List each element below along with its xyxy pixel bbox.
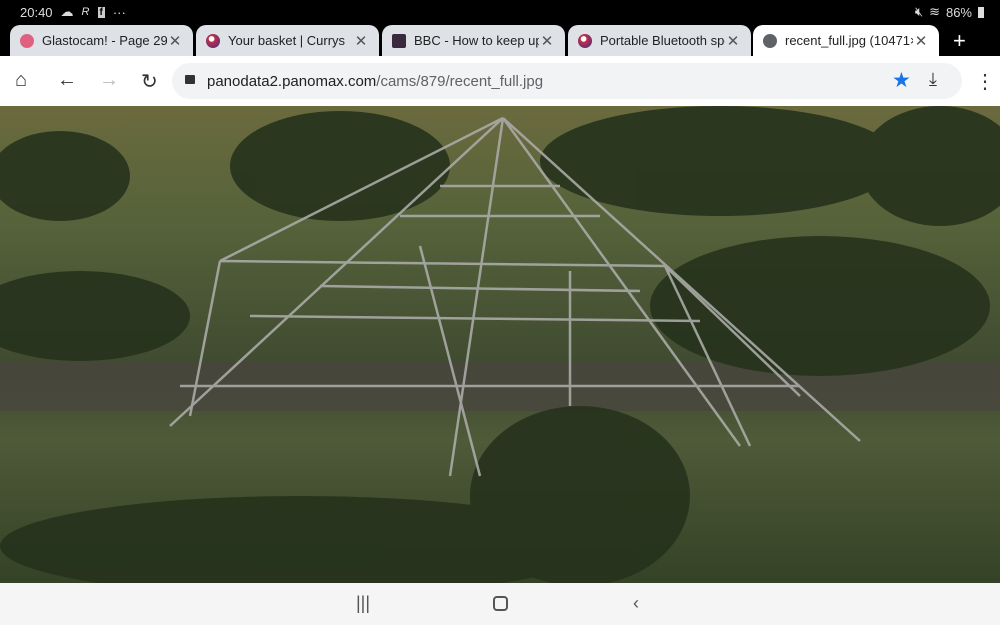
pyramid-stage-photo (0, 106, 1000, 583)
tab-title: Glastocam! - Page 297 (42, 33, 167, 48)
globe-icon (763, 33, 777, 48)
webcam-image (0, 106, 1000, 583)
bookmark-star-icon[interactable]: ★ (892, 68, 911, 93)
favicon-icon (578, 33, 592, 48)
tab-title: BBC - How to keep up with (414, 33, 539, 48)
forward-icon[interactable]: → (99, 69, 119, 92)
toolbar: ⌂ ← → ↻ panodata2.panomax.com/cams/879/r… (0, 56, 1000, 106)
home-nav-icon[interactable] (493, 596, 508, 611)
download-icon[interactable]: ⤓ (929, 69, 937, 90)
favicon-icon (392, 33, 406, 48)
address-bar[interactable]: panodata2.panomax.com/cams/879/recent_fu… (172, 63, 962, 99)
battery-level: 86% (945, 4, 972, 20)
favicon-icon (20, 33, 34, 48)
cloud-icon: ☁ (60, 4, 74, 19)
lock-icon (185, 75, 195, 84)
facebook-icon: f (97, 6, 105, 18)
more-dots-icon: ··· (112, 4, 126, 20)
tab-recent-full[interactable]: recent_full.jpg (10471×2 ✕ (753, 25, 939, 56)
tab-title: Your basket | Currys (228, 33, 346, 48)
url-text[interactable]: panodata2.panomax.com/cams/879/recent_fu… (207, 73, 543, 90)
tab-strip: Glastocam! - Page 297 ✕ Your basket | Cur… (0, 24, 1000, 56)
reload-icon[interactable]: ↻ (141, 69, 158, 94)
android-nav-bar: ||| ‹ (0, 583, 1000, 625)
tab-bluetooth-speakers[interactable]: Portable Bluetooth speakers✕ (568, 25, 751, 56)
battery-icon (978, 6, 984, 18)
back-icon[interactable]: ← (57, 69, 77, 92)
back-nav-icon[interactable]: ‹ (633, 593, 639, 614)
home-icon[interactable]: ⌂ (15, 69, 27, 92)
tab-title: recent_full.jpg (10471×2 (785, 33, 913, 48)
close-tab-icon[interactable]: ✕ (913, 32, 929, 50)
favicon-icon (206, 33, 220, 48)
wifi-icon: ≋ (929, 4, 940, 19)
tab-bbc[interactable]: BBC - How to keep up with✕ (382, 25, 565, 56)
tab-currys[interactable]: Your basket | Currys ✕ (196, 25, 379, 56)
mute-icon: 🔇︎ (914, 4, 924, 19)
recent-apps-icon[interactable]: ||| (356, 593, 370, 614)
close-tab-icon[interactable]: ✕ (353, 32, 369, 50)
r-app-icon: R (81, 6, 90, 18)
tab-title: Portable Bluetooth speakers (600, 33, 725, 48)
status-bar: 20:40 ☁ R f ··· 🔇︎ ≋ 86% (0, 0, 1000, 24)
clock: 20:40 (20, 4, 53, 20)
close-tab-icon[interactable]: ✕ (167, 32, 183, 50)
menu-icon[interactable]: ⋮ (975, 69, 995, 94)
close-tab-icon[interactable]: ✕ (539, 32, 555, 50)
tab-glastocam[interactable]: Glastocam! - Page 297 ✕ (10, 25, 193, 56)
close-tab-icon[interactable]: ✕ (725, 32, 741, 50)
new-tab-button[interactable]: + (953, 28, 966, 54)
